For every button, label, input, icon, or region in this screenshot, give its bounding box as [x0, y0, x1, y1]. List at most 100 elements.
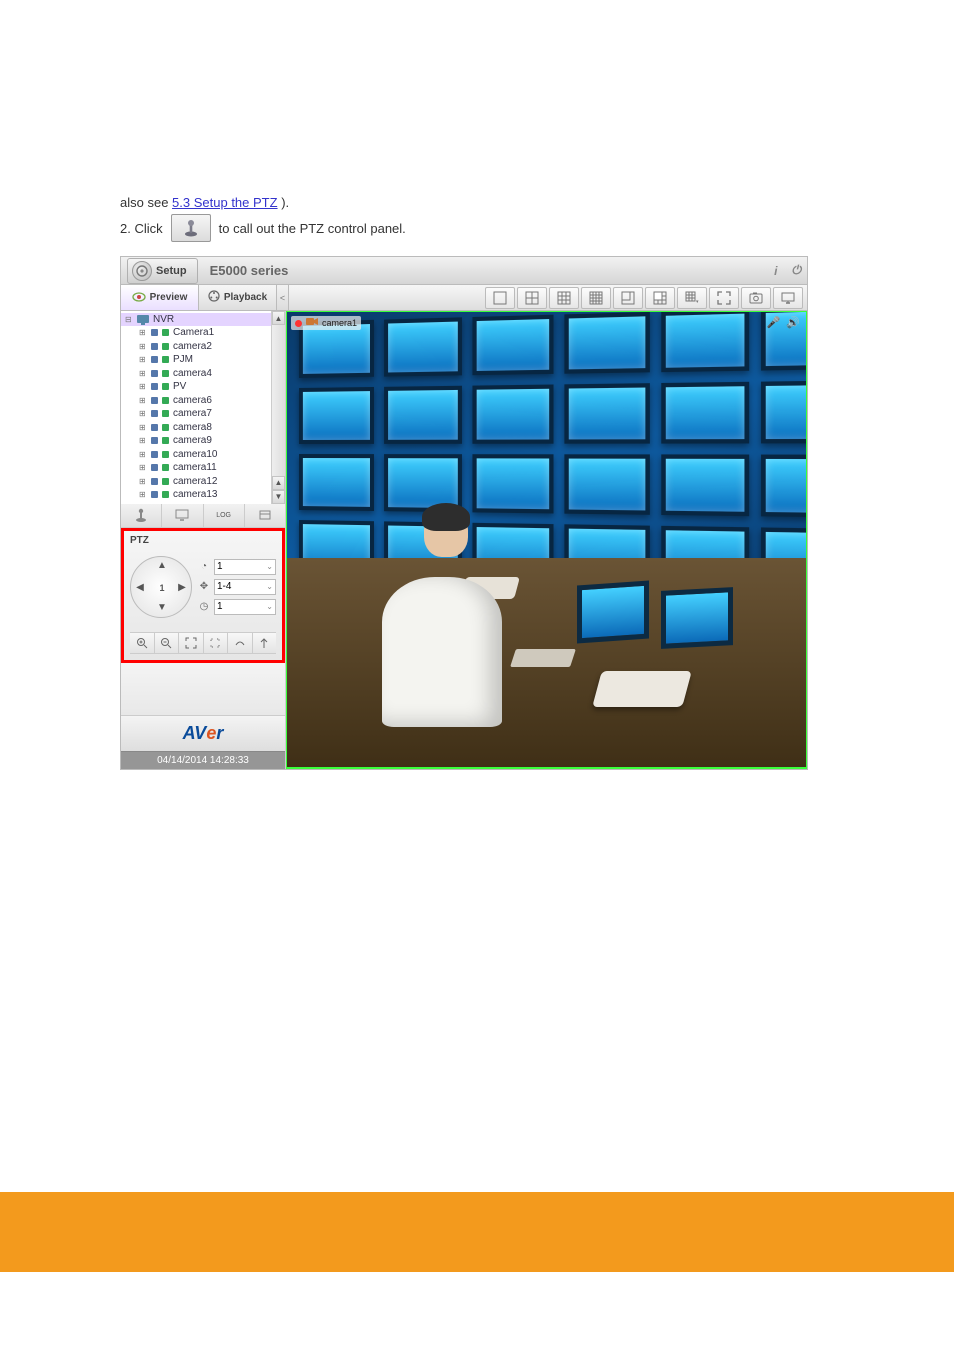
ptz-panel: PTZ ▲ ▼ ◀ ▶ 1 ◔ 1 ⌄ [121, 528, 285, 663]
monitor-small-btn[interactable] [162, 504, 203, 527]
tree-item-label: camera12 [173, 475, 217, 489]
sidebar-collapse-btn[interactable]: < [277, 285, 289, 310]
ptz-preset-select[interactable]: 1 ⌄ [214, 559, 276, 575]
setup-label: Setup [156, 265, 187, 277]
monitor-btn[interactable] [773, 287, 803, 309]
gear-icon [132, 261, 152, 281]
tree-item-label: Camera1 [173, 326, 214, 340]
tour-btn[interactable] [253, 633, 277, 653]
focus-out-btn[interactable] [204, 633, 229, 653]
below-tree-toolbar: LOG [121, 504, 285, 528]
doc-link-ptz-setup[interactable]: 5.3 Setup the PTZ [172, 195, 278, 210]
scroll-down-btn[interactable]: ▼ [272, 490, 285, 504]
layout-2x2-btn[interactable] [517, 287, 547, 309]
ptz-up-btn[interactable]: ▲ [153, 557, 171, 575]
tab-playback[interactable]: Playback [199, 285, 277, 310]
info-icon[interactable]: i [774, 264, 777, 278]
doc-top-spacer [0, 0, 954, 195]
ptz-toggle-icon-btn [171, 214, 211, 242]
ptz-drop1-val: 1 [217, 561, 223, 572]
tab-preview[interactable]: Preview [121, 285, 199, 310]
scroll-up-btn[interactable]: ▲ [272, 311, 285, 325]
chevron-down-icon: ⌄ [266, 602, 273, 611]
camera-icon [162, 397, 169, 404]
mic-overlay-icon[interactable]: 🎤 [767, 316, 781, 329]
ptz-down-btn[interactable]: ▼ [153, 599, 171, 617]
tree-item-label: camera2 [173, 340, 212, 354]
tree-item[interactable]: ⊞Camera1 [121, 326, 271, 340]
preset-icon: ◔ [198, 561, 210, 572]
ptz-speed-select[interactable]: 1 ⌄ [214, 599, 276, 615]
desk-monitor-1 [577, 580, 649, 643]
zoom-out-btn[interactable] [155, 633, 180, 653]
layout-3x3-btn[interactable] [549, 287, 579, 309]
fullscreen-btn[interactable] [709, 287, 739, 309]
layout-custom-btn[interactable] [645, 287, 675, 309]
brand-r: r [216, 723, 223, 744]
setup-button[interactable]: Setup [127, 258, 198, 284]
brand-e: e [206, 723, 216, 744]
play-icon [151, 343, 158, 350]
snapshot-btn[interactable] [741, 287, 771, 309]
play-icon [151, 329, 158, 336]
play-icon [151, 437, 158, 444]
layout-toolbar: ▾ [289, 285, 807, 310]
focus-in-btn[interactable] [179, 633, 204, 653]
video-overlay-right: 🎤 🔊 [767, 316, 800, 329]
tree-item[interactable]: ⊞camera2 [121, 340, 271, 354]
reel-icon [208, 290, 220, 305]
pos-btn[interactable] [245, 504, 285, 527]
tree-item-label: camera7 [173, 407, 212, 421]
tree-item[interactable]: ⊞PV [121, 380, 271, 394]
tree-item[interactable]: ⊞camera11 [121, 461, 271, 475]
layout-1plus-btn[interactable] [613, 287, 643, 309]
home-btn[interactable] [228, 633, 253, 653]
tree-item[interactable]: ⊞camera7 [121, 407, 271, 421]
doc-text: also see 5.3 Setup the PTZ ). 2. Click t… [0, 195, 954, 242]
camera-icon [162, 370, 169, 377]
play-icon [151, 478, 158, 485]
tree-item[interactable]: ⊞camera13 [121, 488, 271, 502]
power-icon[interactable]: ⏻ [792, 263, 802, 278]
speaker-overlay-icon[interactable]: 🔊 [786, 316, 800, 329]
ptz-left-btn[interactable]: ◀ [131, 579, 149, 597]
tree-item-label: camera10 [173, 448, 217, 462]
scroll-up-btn-2[interactable]: ▲ [272, 476, 285, 490]
tree-item-label: camera6 [173, 394, 212, 408]
camera-tree[interactable]: ⊟ NVR ⊞Camera1⊞camera2⊞PJM⊞camera4⊞PV⊞ca… [121, 311, 271, 504]
layout-1x1-btn[interactable] [485, 287, 515, 309]
tree-item[interactable]: ⊞camera10 [121, 448, 271, 462]
tree-root-nvr[interactable]: ⊟ NVR [121, 313, 271, 326]
ptz-drop2-val: 1-4 [217, 581, 231, 592]
play-icon [151, 356, 158, 363]
tree-item-label: PJM [173, 353, 193, 367]
tree-item[interactable]: ⊞camera12 [121, 475, 271, 489]
tree-item-label: camera11 [173, 461, 217, 475]
zoom-in-btn[interactable] [130, 633, 155, 653]
ptz-dropdowns: ◔ 1 ⌄ ✥ 1-4 ⌄ [198, 559, 276, 615]
log-btn[interactable]: LOG [204, 504, 245, 527]
tab-playback-label: Playback [224, 292, 267, 303]
layout-more-btn[interactable]: ▾ [677, 287, 707, 309]
title-bar: Setup E5000 series i ⏻ [121, 257, 807, 285]
tree-scrollbar[interactable]: ▲ ▲ ▼ [271, 311, 285, 504]
tree-item[interactable]: ⊞PJM [121, 353, 271, 367]
ptz-group-select[interactable]: 1-4 ⌄ [214, 579, 276, 595]
play-icon [151, 464, 158, 471]
ptz-right-btn[interactable]: ▶ [173, 579, 191, 597]
tree-item[interactable]: ⊞camera9 [121, 434, 271, 448]
tree-item[interactable]: ⊞camera4 [121, 367, 271, 381]
play-icon [151, 424, 158, 431]
chevron-down-icon: ⌄ [266, 582, 273, 591]
tree-item-label: PV [173, 380, 186, 394]
camera-icon [162, 410, 169, 417]
desk-phone-front [592, 671, 692, 707]
tree-item[interactable]: ⊞camera8 [121, 421, 271, 435]
video-area[interactable]: camera1 🎤 🔊 [286, 311, 807, 769]
joystick-small-btn[interactable] [121, 504, 162, 527]
layout-4x4-btn[interactable] [581, 287, 611, 309]
doc-line1-suffix: ). [281, 195, 289, 210]
tree-item[interactable]: ⊞camera6 [121, 394, 271, 408]
camera-icon [162, 451, 169, 458]
play-icon [151, 370, 158, 377]
